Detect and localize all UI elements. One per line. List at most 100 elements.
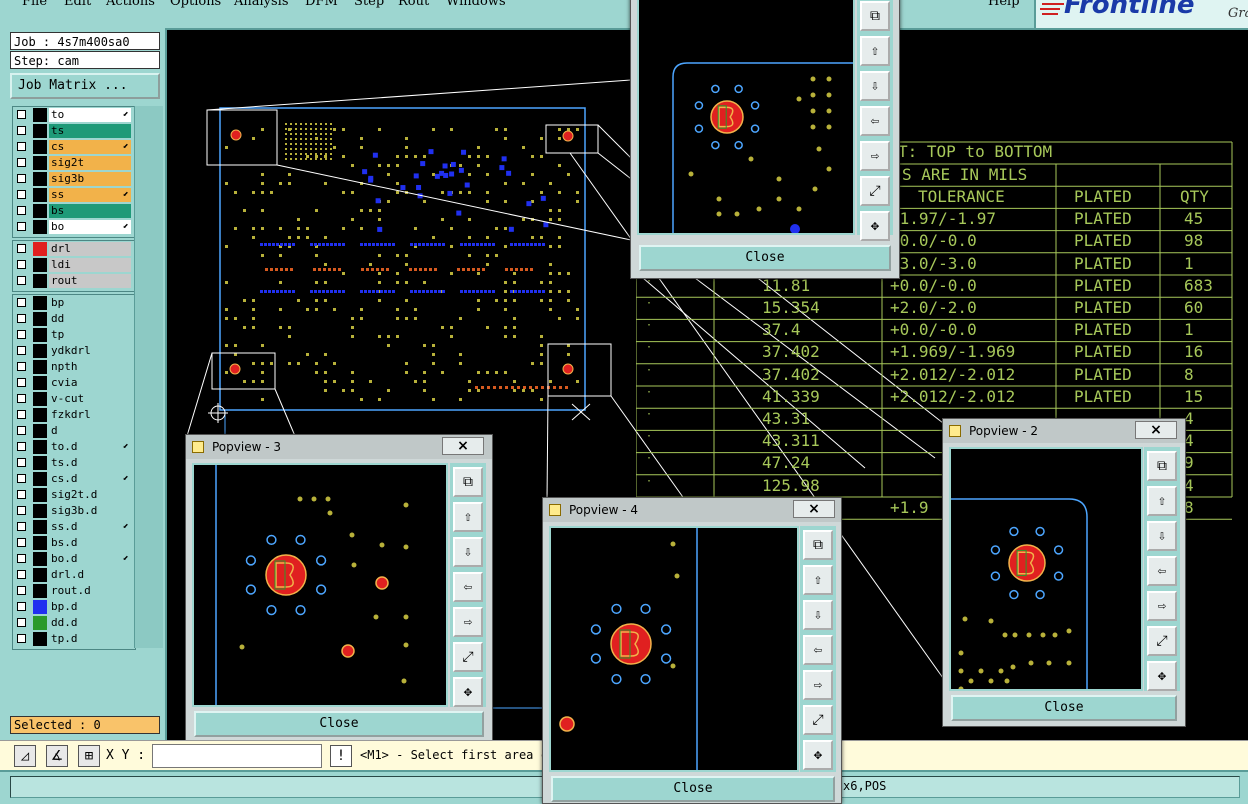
layer-color-swatch[interactable]	[33, 344, 47, 358]
layer-color-swatch[interactable]	[33, 568, 47, 582]
layer-name[interactable]: bo ⬋	[49, 220, 131, 234]
pan-right-icon[interactable]: ⇨	[803, 670, 833, 700]
layer-row-bs[interactable]: bs	[13, 203, 135, 219]
alert-icon[interactable]: !	[330, 745, 352, 767]
zoom-out-icon[interactable]: ✥	[803, 740, 833, 770]
layer-checkbox[interactable]	[17, 330, 26, 339]
menu-analysis[interactable]: Analysis	[234, 0, 289, 9]
layer-row-drl-d[interactable]: drl.d	[13, 567, 135, 583]
layer-checkbox[interactable]	[17, 634, 26, 643]
layer-color-swatch[interactable]	[33, 472, 47, 486]
layer-row-sig3b-d[interactable]: sig3b.d	[13, 503, 135, 519]
layer-color-swatch[interactable]	[33, 204, 47, 218]
layer-color-swatch[interactable]	[33, 376, 47, 390]
layer-checkbox[interactable]	[17, 458, 26, 467]
popview-4-close-icon[interactable]: ×	[793, 500, 835, 518]
layer-checkbox[interactable]	[17, 244, 26, 253]
layer-checkbox[interactable]	[17, 142, 26, 151]
layer-color-swatch[interactable]	[33, 536, 47, 550]
layer-checkbox[interactable]	[17, 260, 26, 269]
popview-1-canvas[interactable]	[637, 0, 855, 235]
layer-name[interactable]: bs	[49, 204, 131, 218]
popview-3-close-icon[interactable]: ×	[442, 437, 484, 455]
pan-left-icon[interactable]: ⇦	[1147, 556, 1177, 586]
layer-checkbox[interactable]	[17, 602, 26, 611]
angle-measure-icon[interactable]: ∡	[46, 745, 68, 767]
layer-name[interactable]: fzkdrl	[49, 408, 131, 422]
layer-name[interactable]: cs.d ⬋	[49, 472, 131, 486]
layer-checkbox[interactable]	[17, 378, 26, 387]
layer-checkbox[interactable]	[17, 618, 26, 627]
pan-up-icon[interactable]: ⇧	[803, 565, 833, 595]
popview-2-close-button[interactable]: Close	[951, 695, 1177, 721]
layer-checkbox[interactable]	[17, 506, 26, 515]
layer-name[interactable]: bo.d ⬋	[49, 552, 131, 566]
popview-3-titlebar[interactable]: Popview - 3 ×	[186, 435, 492, 459]
layer-color-swatch[interactable]	[33, 140, 47, 154]
zoom-box-icon[interactable]: ⧉	[803, 530, 833, 560]
layer-color-swatch[interactable]	[33, 488, 47, 502]
layer-checkbox[interactable]	[17, 222, 26, 231]
layer-name[interactable]: sig3b.d	[49, 504, 131, 518]
popview-3-close-button[interactable]: Close	[194, 711, 484, 737]
layer-row-ldi[interactable]: ldi	[13, 257, 135, 273]
layer-checkbox[interactable]	[17, 554, 26, 563]
layer-row-to[interactable]: to ⬋	[13, 107, 135, 123]
layer-row-ss-d[interactable]: ss.d ⬋	[13, 519, 135, 535]
layer-row-bo[interactable]: bo ⬋	[13, 219, 135, 235]
layer-name[interactable]: ss ⬋	[49, 188, 131, 202]
layer-color-swatch[interactable]	[33, 424, 47, 438]
pan-down-icon[interactable]: ⇩	[803, 600, 833, 630]
popview-2-titlebar[interactable]: Popview - 2 ×	[943, 419, 1185, 443]
popview-2-close-icon[interactable]: ×	[1135, 421, 1177, 439]
menu-help[interactable]: Help	[988, 0, 1020, 9]
layer-name[interactable]: cvia	[49, 376, 131, 390]
layer-color-swatch[interactable]	[33, 242, 47, 256]
layer-name[interactable]: cs ⬋	[49, 140, 131, 154]
layer-name[interactable]: ydkdrl	[49, 344, 131, 358]
layer-checkbox[interactable]	[17, 314, 26, 323]
layer-row-dd[interactable]: dd	[13, 311, 135, 327]
layer-name[interactable]: to ⬋	[49, 108, 131, 122]
layer-name[interactable]: bp.d	[49, 600, 131, 614]
layer-color-swatch[interactable]	[33, 504, 47, 518]
layer-color-swatch[interactable]	[33, 584, 47, 598]
xy-coordinate-input[interactable]	[152, 744, 322, 768]
layer-name[interactable]: drl	[49, 242, 131, 256]
zoom-out-icon[interactable]: ✥	[860, 211, 890, 241]
layer-checkbox[interactable]	[17, 394, 26, 403]
grid-snap-icon[interactable]: ⊞	[78, 745, 100, 767]
zoom-in-icon[interactable]: ⤢	[453, 642, 483, 672]
layer-row-drl[interactable]: drl	[13, 241, 135, 257]
pan-left-icon[interactable]: ⇦	[803, 635, 833, 665]
popview-1-close-button[interactable]: Close	[639, 245, 891, 271]
layer-color-swatch[interactable]	[33, 108, 47, 122]
layer-name[interactable]: d	[49, 424, 131, 438]
layer-name[interactable]: npth	[49, 360, 131, 374]
popview-4-close-button[interactable]: Close	[551, 776, 835, 802]
layer-color-swatch[interactable]	[33, 258, 47, 272]
layer-name[interactable]: sig2t	[49, 156, 131, 170]
layer-name[interactable]: bp	[49, 296, 131, 310]
layer-checkbox[interactable]	[17, 522, 26, 531]
pan-down-icon[interactable]: ⇩	[1147, 521, 1177, 551]
layer-row-sig2t-d[interactable]: sig2t.d	[13, 487, 135, 503]
measure-icon[interactable]: ◿	[14, 745, 36, 767]
layer-color-swatch[interactable]	[33, 520, 47, 534]
layer-checkbox[interactable]	[17, 158, 26, 167]
layer-row-cs-d[interactable]: cs.d ⬋	[13, 471, 135, 487]
pan-right-icon[interactable]: ⇨	[860, 141, 890, 171]
pan-right-icon[interactable]: ⇨	[1147, 591, 1177, 621]
pan-up-icon[interactable]: ⇧	[860, 36, 890, 66]
layer-row-ts[interactable]: ts	[13, 123, 135, 139]
menu-dfm[interactable]: DFM	[305, 0, 338, 9]
layer-color-swatch[interactable]	[33, 296, 47, 310]
zoom-in-icon[interactable]: ⤢	[860, 176, 890, 206]
layer-name[interactable]: rout	[49, 274, 131, 288]
layer-name[interactable]: ts.d	[49, 456, 131, 470]
layer-name[interactable]: rout.d	[49, 584, 131, 598]
layer-checkbox[interactable]	[17, 570, 26, 579]
layer-color-swatch[interactable]	[33, 274, 47, 288]
layer-row-bs-d[interactable]: bs.d	[13, 535, 135, 551]
zoom-in-icon[interactable]: ⤢	[803, 705, 833, 735]
